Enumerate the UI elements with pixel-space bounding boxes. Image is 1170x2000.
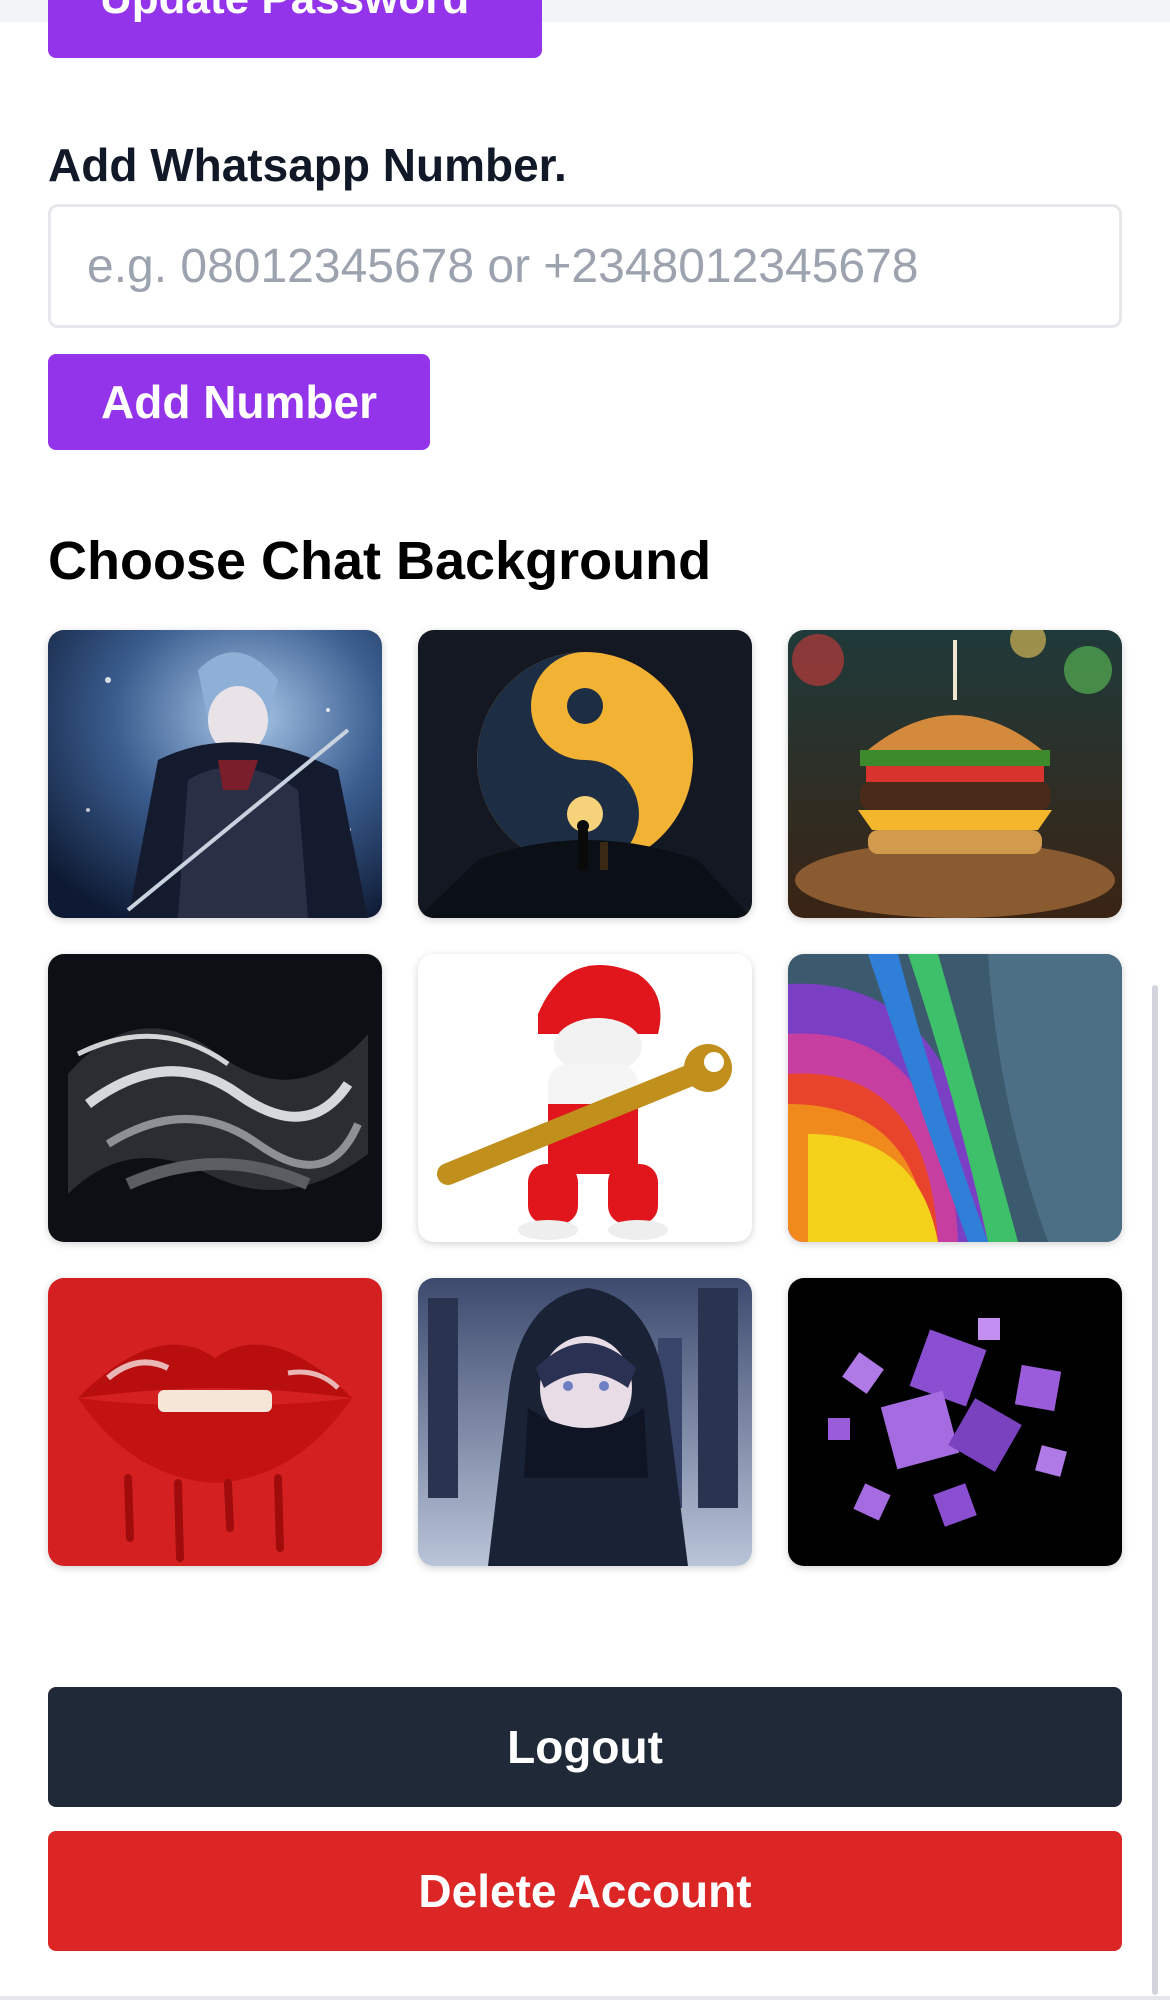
whatsapp-label: Add Whatsapp Number.: [48, 139, 567, 191]
background-option-burger[interactable]: [788, 630, 1122, 918]
anime-warrior-image: [48, 630, 382, 918]
delete-account-button[interactable]: Delete Account: [48, 1831, 1122, 1951]
background-option-anime-warrior[interactable]: [48, 630, 382, 918]
whatsapp-number-input[interactable]: [48, 204, 1122, 328]
add-number-button[interactable]: Add Number: [48, 354, 430, 450]
background-option-red-lips[interactable]: [48, 1278, 382, 1566]
settings-page: Update Password Add Whatsapp Number. Add…: [48, 0, 1122, 2000]
red-lips-image: [48, 1278, 382, 1566]
background-option-yin-yang-moon[interactable]: [418, 630, 752, 918]
black-silk-image: [48, 954, 382, 1242]
rainbow-waves-image: [788, 954, 1122, 1242]
background-option-black-silk[interactable]: [48, 954, 382, 1242]
wrench-figure-image: [418, 954, 752, 1242]
background-option-rainbow-waves[interactable]: [788, 954, 1122, 1242]
bottom-edge: [0, 1996, 1170, 2000]
purple-cubes-image: [788, 1278, 1122, 1566]
update-password-button[interactable]: Update Password: [48, 0, 542, 58]
scrollbar[interactable]: [1152, 985, 1158, 1995]
background-option-purple-cubes[interactable]: [788, 1278, 1122, 1566]
chat-background-heading: Choose Chat Background: [48, 531, 712, 591]
background-option-wrench-figure[interactable]: [418, 954, 752, 1242]
logout-button[interactable]: Logout: [48, 1687, 1122, 1807]
yin-yang-moon-image: [418, 630, 752, 918]
burger-image: [788, 630, 1122, 918]
update-password-label: Update Password: [100, 0, 469, 24]
background-option-hooded-anime[interactable]: [418, 1278, 752, 1566]
hooded-anime-image: [418, 1278, 752, 1566]
